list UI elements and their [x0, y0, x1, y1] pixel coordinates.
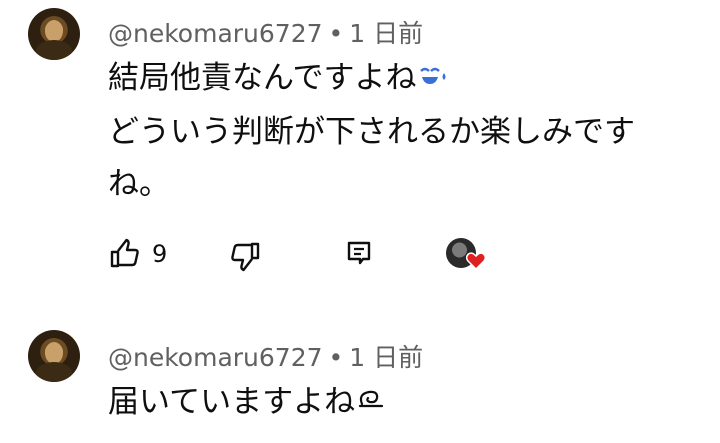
- comment-line: ね。: [108, 165, 170, 202]
- comment-text: 届いていますよね: [108, 376, 387, 430]
- thumbs-up-icon: [110, 238, 139, 268]
- avatar[interactable]: [28, 8, 80, 60]
- separator-dot: •: [328, 19, 344, 48]
- username[interactable]: @nekomaru6727: [108, 343, 323, 372]
- swirl-emoji-icon: [357, 378, 387, 430]
- thumbs-down-icon: [231, 242, 260, 272]
- comment-line: 結局他責なんですよね: [108, 52, 635, 106]
- comment-line: 届いていますよね: [108, 376, 387, 430]
- comment-text: 結局他責なんですよね どういう判断が下されるか楽しみです ね。: [108, 52, 635, 210]
- like-count: 9: [152, 240, 168, 268]
- separator-dot: •: [328, 343, 344, 372]
- username[interactable]: @nekomaru6727: [108, 19, 323, 48]
- comment-actions: 9: [108, 236, 528, 276]
- reply-icon: [347, 241, 371, 265]
- timestamp[interactable]: 1 日前: [349, 19, 423, 48]
- creator-heart-icon: [466, 252, 486, 270]
- timestamp[interactable]: 1 日前: [349, 343, 423, 372]
- sweat-smile-emoji-icon: [418, 54, 448, 106]
- comment-meta: @nekomaru6727 • 1 日前: [108, 14, 423, 50]
- comment-line: どういう判断が下されるか楽しみです: [108, 113, 635, 150]
- comment-meta: @nekomaru6727 • 1 日前: [108, 338, 423, 374]
- avatar[interactable]: [28, 330, 80, 382]
